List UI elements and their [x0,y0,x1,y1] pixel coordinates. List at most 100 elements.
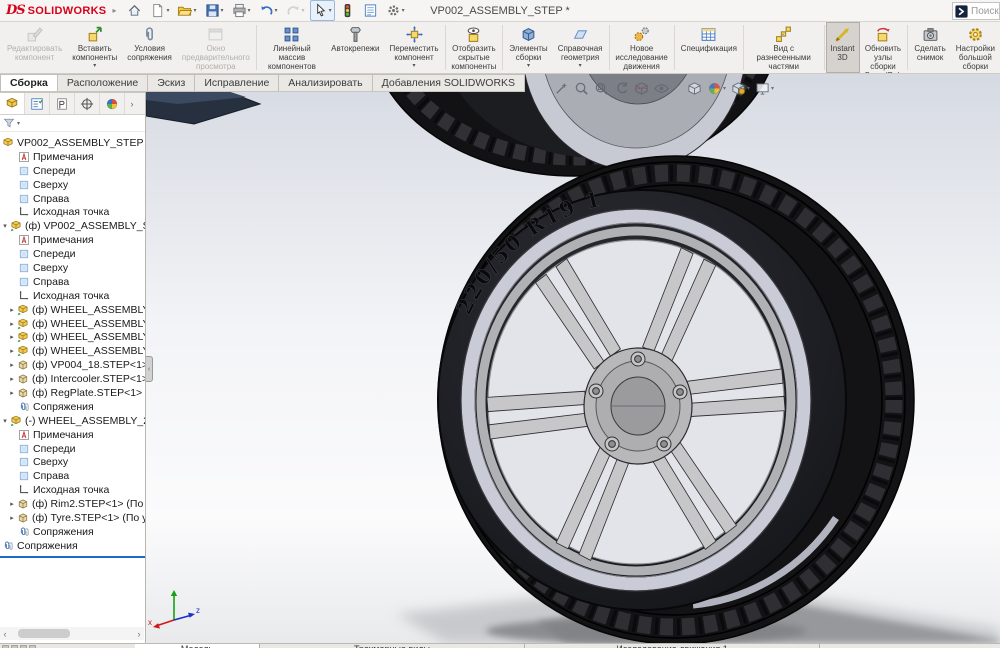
dropdown-caret-icon[interactable]: ▾ [771,85,774,92]
status-tab[interactable]: Модель [135,644,260,648]
command-tab[interactable]: Добавления SOLIDWORKS [373,74,525,91]
expand-arrow-icon[interactable]: ▸ [7,500,17,508]
tree-item[interactable]: Исходная точка [0,205,145,219]
tree-item[interactable]: Сопряжения [0,400,145,414]
insert-components-button[interactable]: Вставить компоненты▾ [67,22,122,73]
command-tab[interactable]: Расположение [58,74,148,91]
tree-item[interactable]: ▸(ф) Intercooler.STEP<1> (По [0,372,145,386]
tree-item[interactable]: Справа [0,275,145,289]
collapse-arrow-icon[interactable]: ▾ [0,222,10,230]
expand-arrow-icon[interactable]: ▸ [7,333,17,341]
search-box[interactable]: Поиск ко [952,2,1000,20]
featuremanager-tab[interactable] [0,93,25,114]
hide-show-items-button[interactable] [654,81,669,96]
tree-item[interactable]: Примечания [0,428,145,442]
panel-tabs-overflow-icon[interactable]: › [125,93,139,114]
dropdown-caret-icon[interactable]: ▾ [166,7,169,14]
3d-viewport[interactable]: 220/50 R19 1:10 [146,74,1000,643]
tree-item[interactable]: ▸(ф) WHEEL_ASSEMBLY_2.STEI [0,344,145,358]
open-button[interactable]: ▾ [174,0,199,21]
menu-expand-arrow-icon[interactable]: ▸ [110,6,124,15]
mate-button[interactable]: Условия сопряжения [122,22,177,73]
displaymanager-tab[interactable] [100,93,125,114]
collapse-arrow-icon[interactable]: ▾ [0,417,10,425]
speedpak-button[interactable]: Обновить узлы сборки SpeedPak [860,22,907,73]
zoom-to-fit-button[interactable] [574,81,589,96]
filter-dropdown-icon[interactable]: ▾ [17,120,20,127]
smart-fasteners-button[interactable]: Автокрепежи [326,22,384,73]
move-component-button[interactable]: Переместить компонент▾ [385,22,444,73]
bom-button[interactable]: Спецификация [676,22,742,73]
dropdown-caret-icon[interactable]: ▾ [275,7,278,14]
print-button[interactable]: ▾ [229,0,254,21]
zoom-arrow-button[interactable] [554,81,569,96]
tree-item[interactable]: ▸(ф) WHEEL_ASSEMBLY_2.STEI [0,330,145,344]
expand-arrow-icon[interactable]: ▸ [7,361,17,369]
reference-geometry-button[interactable]: Справочная геометрия▾ [553,22,608,73]
previous-view-button[interactable] [614,81,629,96]
tree-item[interactable]: ▸(ф) RegPlate.STEP<1> (По ум [0,386,145,400]
tree-item[interactable]: ▸(ф) WHEEL_ASSEMBLY_2.STEI [0,317,145,331]
document-properties-button[interactable] [360,0,381,21]
dropdown-caret-icon[interactable]: ▾ [248,7,251,14]
edit-appearance-button[interactable]: ▾ [707,81,726,96]
apply-scene-button[interactable]: ▾ [731,81,750,96]
tree-item[interactable]: Справа [0,192,145,206]
dropdown-caret-icon[interactable]: ▾ [413,63,416,69]
dimxpertmanager-tab[interactable] [75,93,100,114]
tree-item[interactable]: Спереди [0,164,145,178]
tree-item[interactable]: Сверху [0,261,145,275]
linear-pattern-button[interactable]: Линейный массив компонентов▾ [258,22,326,73]
dropdown-caret-icon[interactable]: ▾ [579,63,582,69]
command-tab[interactable]: Исправление [195,74,279,91]
instant3d-button[interactable]: Instant 3D [826,22,860,73]
expand-arrow-icon[interactable]: ▸ [7,320,17,328]
large-assembly-button[interactable]: Настройки большой сборки [951,22,1000,73]
tree-item[interactable]: Сопряжения [0,539,145,553]
scroll-left-icon[interactable]: ‹ [0,629,10,639]
dropdown-caret-icon[interactable]: ▾ [193,7,196,14]
tree-item[interactable]: ▾(-) WHEEL_ASSEMBLY_2_STEP.STE [0,414,145,428]
select-cursor-button[interactable]: ▾ [310,0,335,21]
tree-item[interactable]: ▾(ф) VP002_ASSEMBLY_STEP.STEP< [0,219,145,233]
tree-item[interactable]: Спереди [0,442,145,456]
tree-horizontal-scrollbar[interactable]: ‹ › [0,627,144,640]
tree-item[interactable]: ▸(ф) VP004_18.STEP<1> (По у [0,358,145,372]
redo-button[interactable]: ▾ [283,0,308,21]
panel-flyout-handle[interactable]: ‹ [146,356,153,382]
tree-item[interactable]: ▸(ф) Tyre.STEP<1> (По умолч [0,511,145,525]
snapshot-button[interactable]: Сделать снимок [909,22,950,73]
home-button[interactable] [124,0,145,21]
performance-evaluation-button[interactable] [337,0,358,21]
show-hidden-button[interactable]: Отобразить скрытые компоненты [446,22,501,73]
command-tab[interactable]: Эскиз [148,74,195,91]
panel-splitter[interactable] [0,556,145,558]
graphics-area[interactable]: 220/50 R19 1:10 [146,74,1000,643]
tree-filter[interactable]: ▾ [0,115,145,132]
expand-arrow-icon[interactable]: ▸ [7,375,17,383]
tree-item[interactable]: Примечания [0,233,145,247]
tree-item[interactable]: VP002_ASSEMBLY_STEP (По умолчан [0,136,145,150]
display-style-button[interactable] [687,81,702,96]
new-document-button[interactable]: ▾ [147,0,172,21]
dropdown-caret-icon[interactable]: ▾ [302,7,305,14]
dropdown-caret-icon[interactable]: ▾ [329,7,332,14]
expand-arrow-icon[interactable]: ▸ [7,514,17,522]
expand-arrow-icon[interactable]: ▸ [7,389,17,397]
tree-item[interactable]: Сопряжения [0,525,145,539]
edit-component-button[interactable]: Редактировать компонент [2,22,67,73]
command-tab[interactable]: Сборка [0,74,58,91]
tree-item[interactable]: Справа [0,469,145,483]
tree-item[interactable]: Исходная точка [0,483,145,497]
save-button[interactable]: ▾ [202,0,227,21]
expand-arrow-icon[interactable]: ▸ [7,347,17,355]
dropdown-caret-icon[interactable]: ▾ [221,7,224,14]
tree-item[interactable]: Сверху [0,455,145,469]
motion-study-button[interactable]: Новое исследование движения [610,22,672,73]
dropdown-caret-icon[interactable]: ▾ [93,63,96,69]
status-tab[interactable]: Трехмерные виды [260,644,525,648]
undo-button[interactable]: ▾ [256,0,281,21]
tree-item[interactable]: ▸(ф) Rim2.STEP<1> (По умол [0,497,145,511]
status-tab[interactable]: Исследование движения 1 [525,644,820,648]
tree-item[interactable]: Сверху [0,178,145,192]
